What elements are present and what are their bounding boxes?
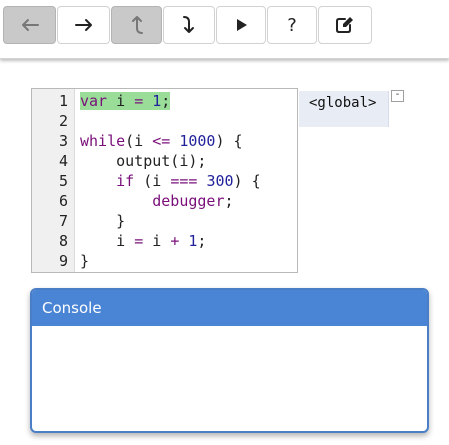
code-token: ; [224, 192, 234, 210]
collapse-scope-button[interactable]: - [391, 90, 404, 102]
code-token: } [80, 252, 90, 270]
code-token: = [134, 92, 144, 110]
arrow-left-icon [21, 19, 39, 31]
code-token: i [107, 92, 135, 110]
code-token: ; [197, 232, 207, 250]
code-line: debugger; [80, 191, 234, 211]
play-icon [237, 19, 247, 31]
code-token: while [80, 132, 126, 150]
code-line-current: var i = 1; [80, 91, 171, 111]
help-button[interactable]: ? [267, 6, 317, 44]
line-number: 2 [58, 112, 68, 130]
line-number: 4 [58, 152, 68, 170]
code-token: ; [161, 92, 171, 110]
scope-panel: <global> [299, 91, 389, 127]
code-line: } [80, 211, 125, 231]
code-line: if (i === 300) { [80, 171, 261, 191]
code-token: ) { [215, 132, 243, 150]
step-out-icon [131, 16, 143, 34]
line-number: 6 [58, 192, 68, 210]
debugger-toolbar: ? [0, 0, 449, 59]
line-number-gutter: 1 2 3 4 5 6 7 8 9 [32, 89, 75, 272]
step-into-icon [183, 16, 194, 33]
code-token: var [80, 92, 108, 110]
code-token: (i [134, 172, 171, 190]
line-number: 3 [58, 132, 68, 150]
code-token: i [143, 232, 171, 250]
edit-button[interactable] [318, 6, 372, 44]
code-token: <= [152, 132, 171, 150]
code-token: i [80, 232, 135, 250]
code-line: while(i <= 1000) { [80, 131, 243, 151]
step-forward-button[interactable] [57, 6, 110, 44]
code-token: if [116, 172, 135, 190]
step-out-button[interactable] [111, 6, 162, 44]
help-icon: ? [287, 14, 297, 36]
code-token: output(i); [80, 152, 207, 170]
code-editor[interactable]: 123456789 var i = 1; while(i <= 1000) { o… [31, 88, 298, 273]
line-number: 9 [58, 252, 68, 270]
line-number: 1 [58, 92, 68, 110]
code-token: debugger [152, 192, 225, 210]
run-button[interactable] [216, 6, 266, 44]
code-token: 1000 [179, 132, 216, 150]
code-line: i = i + 1; [80, 231, 206, 251]
arrow-right-icon [74, 19, 92, 31]
code-token: (i [125, 132, 153, 150]
line-number: 8 [58, 232, 68, 250]
code-token: === [170, 172, 198, 190]
code-token: = [134, 232, 144, 250]
line-number: 7 [58, 212, 68, 230]
step-into-button[interactable] [163, 6, 215, 44]
scope-label: <global> [309, 95, 377, 111]
console-panel: Console [30, 288, 429, 433]
line-number: 5 [58, 172, 68, 190]
step-back-button[interactable] [3, 6, 56, 44]
code-token: 1 [152, 92, 162, 110]
code-token: } [80, 212, 126, 230]
code-token: 300 [206, 172, 234, 190]
code-token: + [170, 232, 180, 250]
code-line: output(i); [80, 151, 206, 171]
code-line: } [80, 251, 89, 271]
console-title: Console [32, 290, 427, 326]
edit-icon [336, 17, 353, 33]
code-token: ) { [233, 172, 261, 190]
